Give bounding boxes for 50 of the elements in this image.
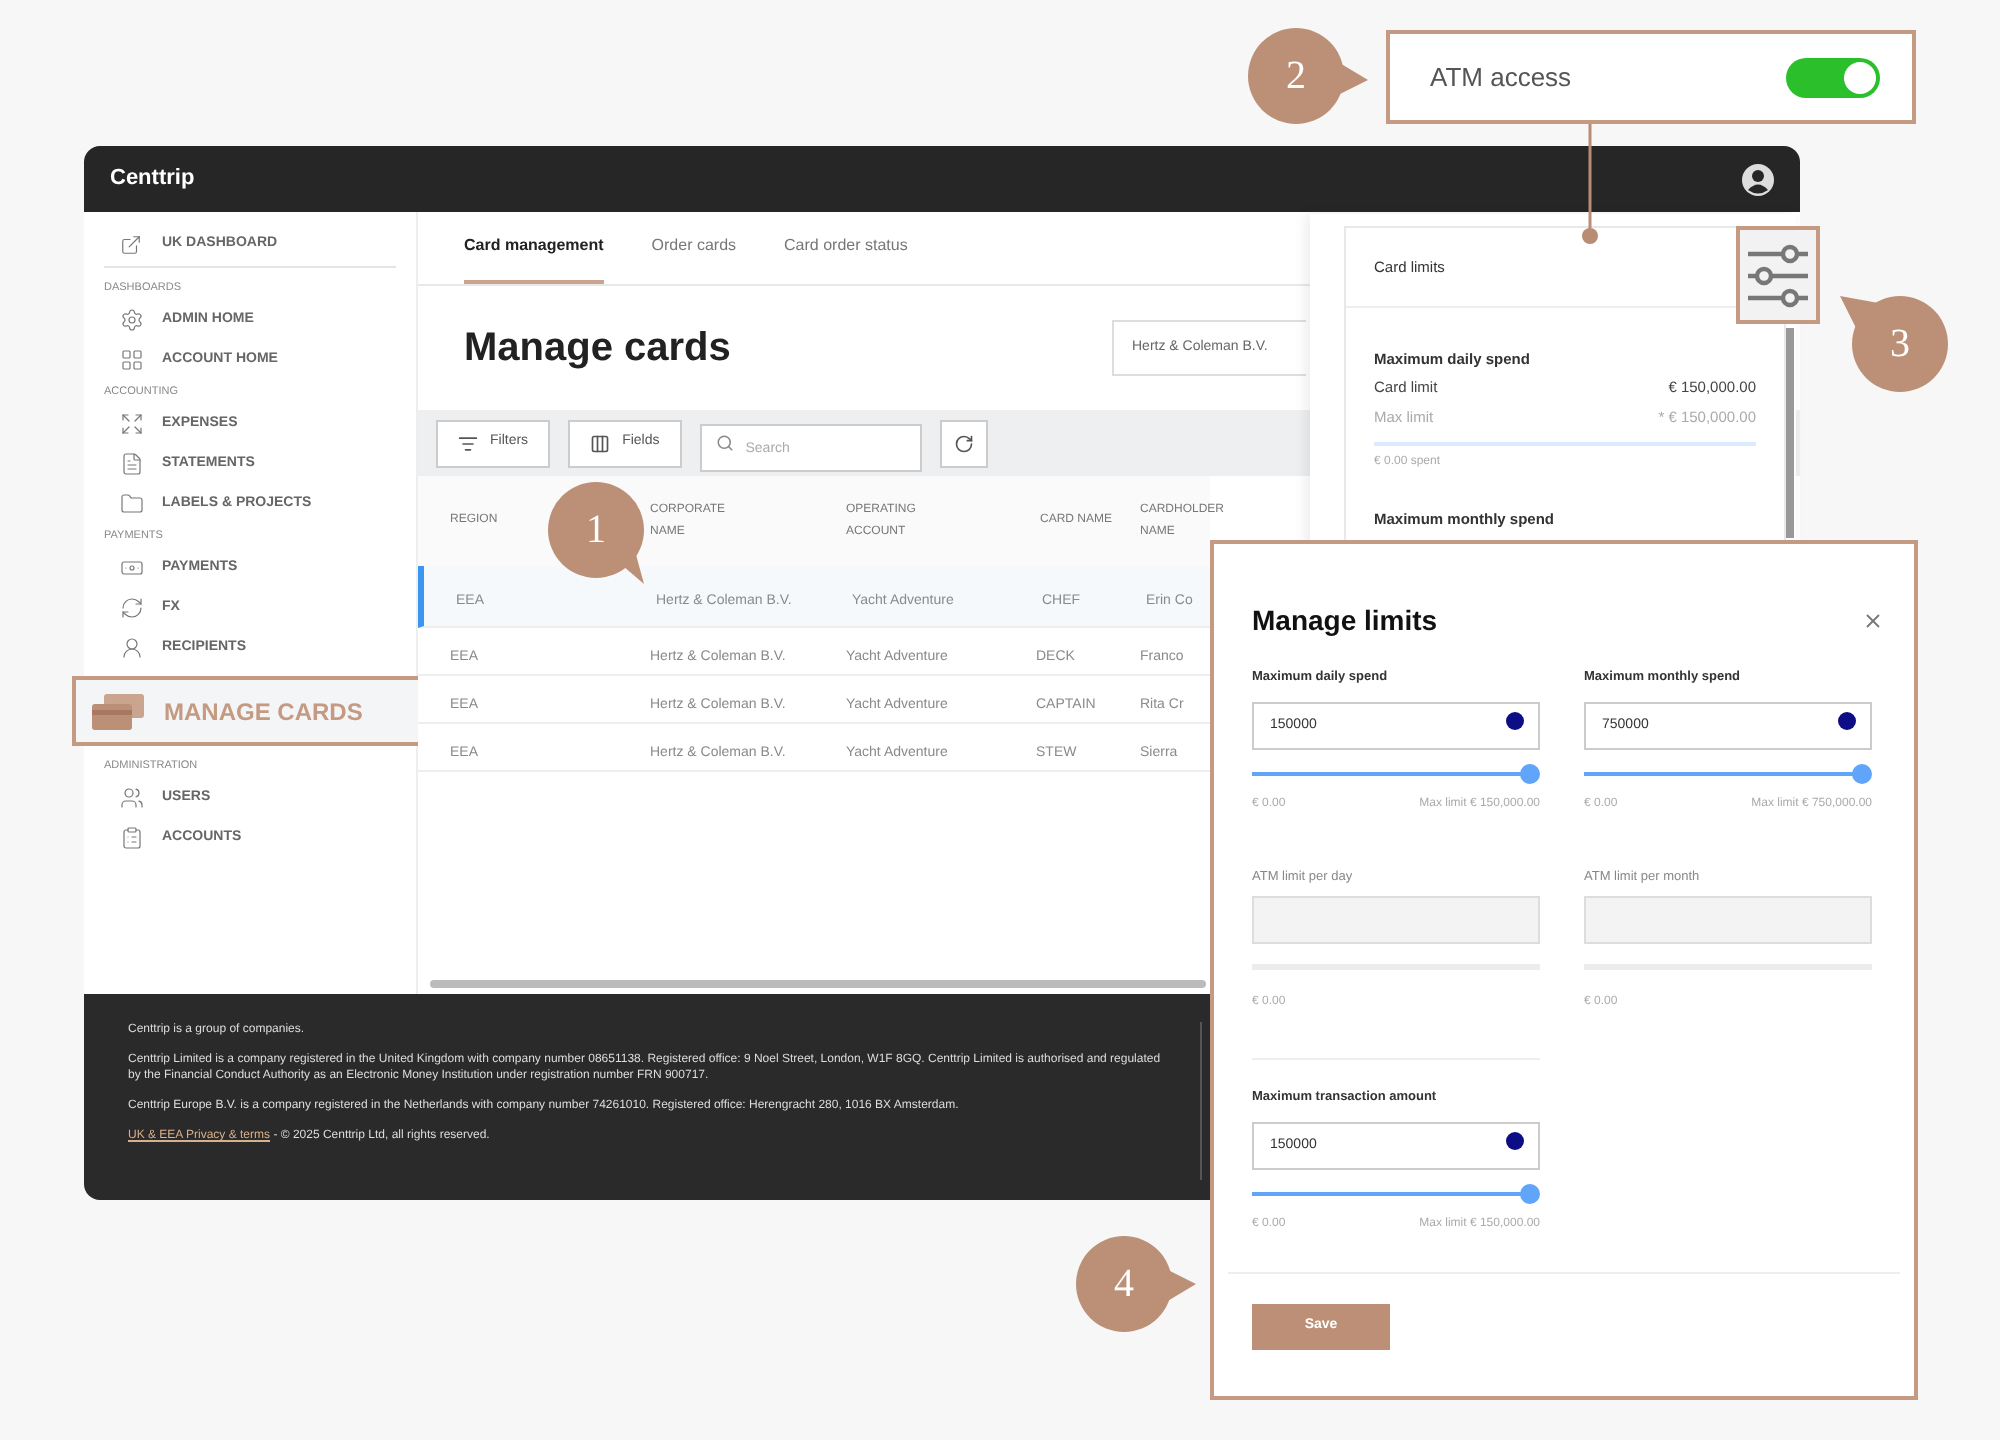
gear-icon [120, 308, 144, 332]
modal-title: Manage limits [1252, 601, 1438, 640]
scrollbar[interactable] [1786, 328, 1794, 538]
person-icon [120, 636, 144, 660]
page-title: Manage cards [464, 324, 733, 374]
clipboard-icon [120, 826, 144, 850]
highlight-label: MANAGE CARDS [164, 695, 363, 729]
indicator-dot-icon [1506, 1131, 1524, 1149]
card-icon [92, 693, 144, 729]
refresh-icon [120, 596, 144, 620]
banknote-icon [120, 556, 144, 580]
tab[interactable]: Card management [464, 234, 604, 284]
callout-number: 4 [1112, 1264, 1136, 1304]
document-icon [120, 452, 144, 476]
toggle-switch[interactable] [1786, 57, 1880, 97]
filter-icon [458, 433, 478, 453]
columns-icon [590, 433, 611, 453]
people-icon [120, 786, 144, 810]
expand-icon [120, 412, 144, 436]
slider[interactable] [1252, 1184, 1540, 1204]
scrollbar[interactable] [430, 980, 1206, 988]
callout-bubble [1836, 292, 1952, 396]
indicator-dot-icon [1506, 711, 1524, 729]
slider[interactable] [1584, 764, 1872, 784]
sliders-icon[interactable] [1746, 241, 1810, 309]
slider-thumb[interactable] [1852, 764, 1872, 784]
folder-icon [120, 492, 144, 516]
setting-label: ATM access [1430, 59, 1572, 96]
callout-number: 3 [1888, 324, 1912, 364]
input-field[interactable] [1252, 896, 1540, 944]
grid-icon [120, 348, 144, 372]
callout-number: 1 [584, 510, 608, 550]
slider[interactable] [1252, 764, 1540, 784]
refresh-button[interactable] [939, 419, 988, 467]
tab[interactable]: Card order status [784, 234, 908, 284]
callout-bubble [1076, 1236, 1200, 1336]
callout-bubble [1248, 28, 1372, 128]
indicator-dot-icon [1838, 711, 1856, 729]
refresh-icon [953, 433, 974, 453]
close-button[interactable] [1862, 609, 1884, 631]
slider-thumb[interactable] [1520, 764, 1540, 784]
callout-number: 2 [1284, 56, 1308, 96]
input-field[interactable] [1584, 896, 1872, 944]
tab[interactable]: Order cards [651, 234, 737, 284]
user-avatar-icon[interactable] [1742, 163, 1774, 195]
slider-thumb[interactable] [1520, 1184, 1540, 1204]
app-logo: Centtrip [110, 164, 195, 195]
external-link-icon [120, 234, 142, 256]
search-icon [715, 433, 734, 451]
leader-line [1580, 124, 1600, 248]
